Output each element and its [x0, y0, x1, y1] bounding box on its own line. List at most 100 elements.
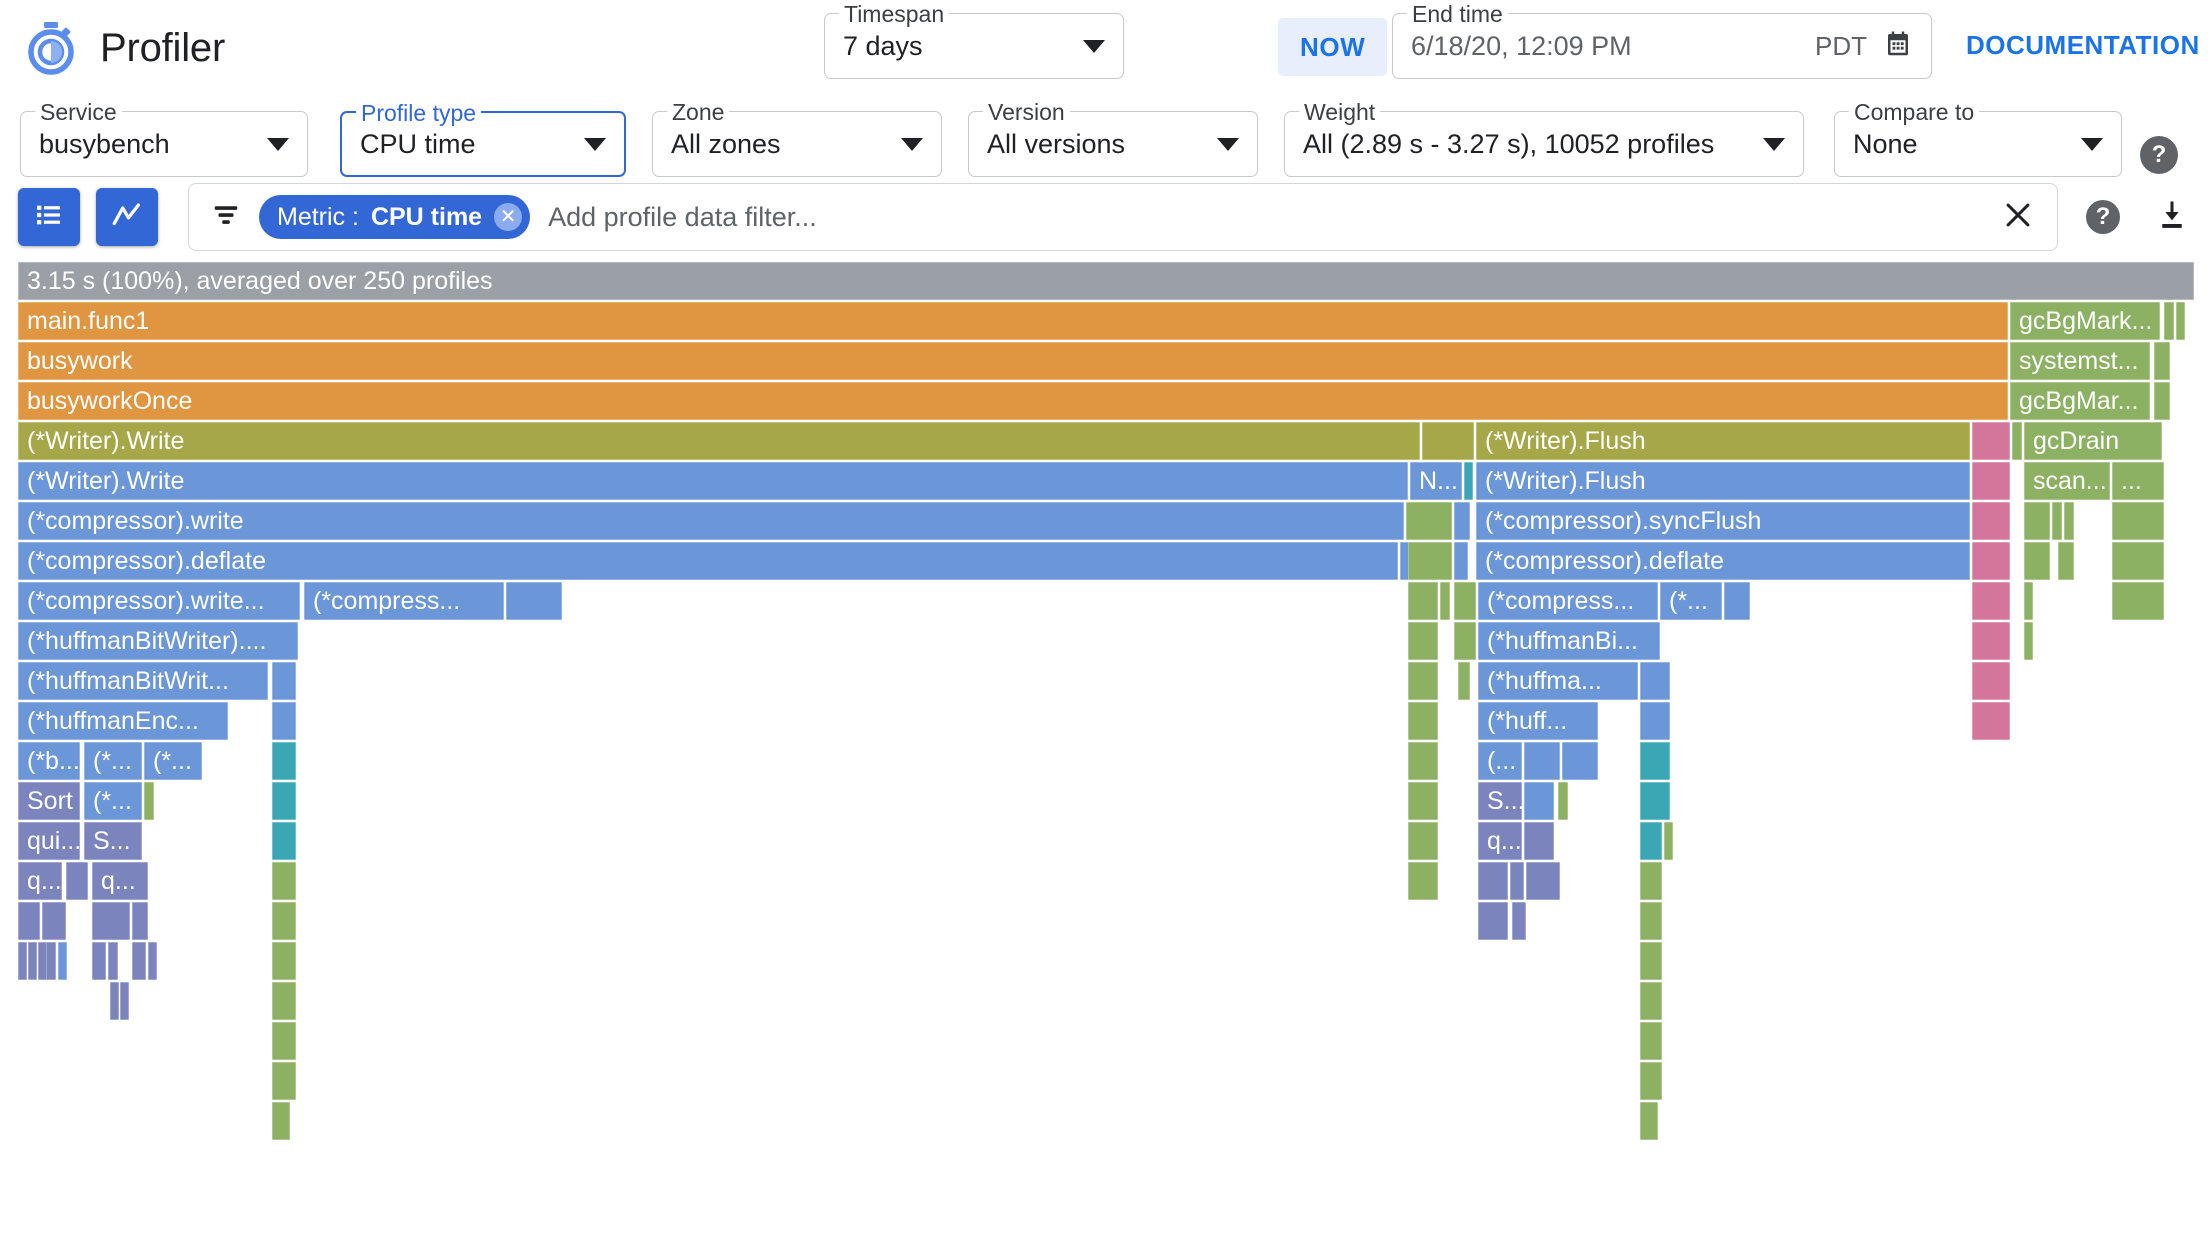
flame-frame[interactable] [1558, 782, 1568, 820]
flame-frame[interactable] [272, 1062, 296, 1100]
flame-frame[interactable] [2064, 502, 2074, 540]
flame-frame[interactable] [2052, 502, 2062, 540]
flame-frame[interactable]: (*... [144, 742, 202, 780]
flame-frame[interactable]: (*compressor).write... [18, 582, 300, 620]
flame-frame[interactable] [2112, 502, 2164, 540]
flame-frame[interactable]: (*compressor).syncFlush [1476, 502, 1970, 540]
flame-frame[interactable] [1408, 742, 1438, 780]
flame-frame[interactable] [2024, 582, 2033, 620]
flame-frame[interactable] [1524, 742, 1560, 780]
flame-frame[interactable] [1972, 662, 2010, 700]
flame-frame[interactable]: (*Writer).Write [18, 462, 1408, 500]
flame-frame[interactable] [2154, 342, 2170, 380]
flame-frame[interactable] [1524, 782, 1554, 820]
graph-view-button[interactable] [96, 188, 158, 246]
flame-frame[interactable]: main.func1 [18, 302, 2008, 340]
flame-frame[interactable]: q... [1478, 822, 1522, 860]
compare-to-select[interactable]: Compare to None [1834, 99, 2122, 177]
flame-frame[interactable] [1640, 902, 1662, 940]
flame-frame[interactable] [1972, 582, 2010, 620]
flame-frame[interactable] [1640, 862, 1662, 900]
flame-frame[interactable] [272, 862, 296, 900]
flame-graph-header[interactable]: 3.15 s (100%), averaged over 250 profile… [18, 262, 2194, 300]
flame-frame[interactable] [92, 942, 106, 980]
flame-frame[interactable] [1972, 422, 2010, 460]
flame-frame[interactable] [1972, 702, 2010, 740]
flame-frame[interactable] [272, 1022, 296, 1060]
flame-frame[interactable]: gcBgMar... [2010, 382, 2150, 420]
flame-frame[interactable] [1526, 862, 1560, 900]
flame-frame[interactable] [1408, 542, 1452, 580]
flame-frame[interactable] [2058, 542, 2074, 580]
chip-remove-icon[interactable]: ✕ [494, 203, 523, 231]
flame-frame[interactable] [46, 942, 56, 980]
flame-frame[interactable] [1640, 1062, 1662, 1100]
flame-frame[interactable]: (*... [84, 782, 142, 820]
flame-frame[interactable] [1972, 622, 2010, 660]
flame-frame[interactable] [1408, 662, 1438, 700]
flame-frame[interactable] [272, 982, 296, 1020]
flame-frame[interactable]: (*Writer).Flush [1476, 422, 1970, 460]
flame-frame[interactable] [1640, 982, 1662, 1020]
flame-frame[interactable] [66, 862, 88, 900]
flame-frame[interactable] [2012, 422, 2022, 460]
flame-frame[interactable]: Sort [18, 782, 80, 820]
flame-frame[interactable] [1454, 622, 1476, 660]
flame-frame[interactable]: (*Writer).Write [18, 422, 1420, 460]
end-time-value[interactable]: 6/18/20, 12:09 PM [1411, 31, 1799, 62]
flame-frame[interactable] [1408, 582, 1438, 620]
flame-frame[interactable] [1640, 782, 1670, 820]
flame-graph[interactable]: 3.15 s (100%), averaged over 250 profile… [18, 262, 2194, 1140]
flame-frame[interactable] [1640, 702, 1670, 740]
flame-frame[interactable] [1440, 582, 1450, 620]
flame-frame[interactable]: systemst... [2010, 342, 2150, 380]
flame-frame[interactable] [148, 942, 157, 980]
flame-frame[interactable]: (*huff... [1478, 702, 1598, 740]
now-button[interactable]: NOW [1278, 18, 1388, 76]
profile-filter-bar[interactable]: Metric : CPU time ✕ Add profile data fil… [188, 183, 2058, 251]
flame-frame[interactable] [108, 942, 118, 980]
flame-frame[interactable] [1478, 902, 1508, 940]
flame-frame[interactable] [272, 822, 296, 860]
flame-frame[interactable]: (*compressor).deflate [1476, 542, 1970, 580]
flame-frame[interactable] [1408, 822, 1438, 860]
flame-frame[interactable] [272, 942, 296, 980]
flame-frame[interactable] [1640, 742, 1670, 780]
flame-frame[interactable]: gcDrain [2024, 422, 2162, 460]
flame-frame[interactable]: (*huffmanBitWrit... [18, 662, 268, 700]
flame-frame[interactable] [1524, 822, 1554, 860]
flame-frame[interactable]: (*huffma... [1478, 662, 1638, 700]
flame-frame[interactable]: scan... [2024, 462, 2110, 500]
zone-select[interactable]: Zone All zones [652, 99, 942, 177]
flame-frame[interactable] [272, 782, 296, 820]
service-select[interactable]: Service busybench [20, 99, 308, 177]
flame-frame[interactable] [1408, 622, 1438, 660]
help-icon[interactable]: ? [2140, 136, 2178, 174]
flame-frame[interactable]: qui... [18, 822, 80, 860]
flame-frame[interactable]: gcBgMark... [2010, 302, 2160, 340]
flame-frame[interactable]: S... [84, 822, 142, 860]
flame-frame[interactable] [144, 782, 154, 820]
flame-frame[interactable]: (*huffmanBi... [1478, 622, 1660, 660]
flame-frame[interactable] [2024, 502, 2050, 540]
flame-frame[interactable]: ... [2112, 462, 2164, 500]
flame-frame[interactable] [2112, 582, 2164, 620]
flame-frame[interactable]: (*b... [18, 742, 80, 780]
flame-frame[interactable] [1464, 462, 1473, 500]
clear-x-icon[interactable] [2001, 198, 2035, 237]
flame-frame[interactable] [2024, 622, 2033, 660]
version-select[interactable]: Version All versions [968, 99, 1258, 177]
flame-frame[interactable]: q... [92, 862, 148, 900]
flame-frame[interactable] [272, 1102, 290, 1140]
flame-frame[interactable] [2164, 302, 2174, 340]
flame-frame[interactable] [1408, 702, 1438, 740]
flame-frame[interactable] [1408, 782, 1438, 820]
flame-frame[interactable] [120, 982, 129, 1020]
flame-frame[interactable] [1406, 502, 1452, 540]
flame-frame[interactable] [272, 742, 296, 780]
flame-frame[interactable]: (*compress... [304, 582, 504, 620]
calendar-icon[interactable] [1883, 29, 1913, 64]
flame-frame[interactable]: q... [18, 862, 62, 900]
flame-frame[interactable]: busywork [18, 342, 2008, 380]
flame-frame[interactable] [1640, 822, 1662, 860]
